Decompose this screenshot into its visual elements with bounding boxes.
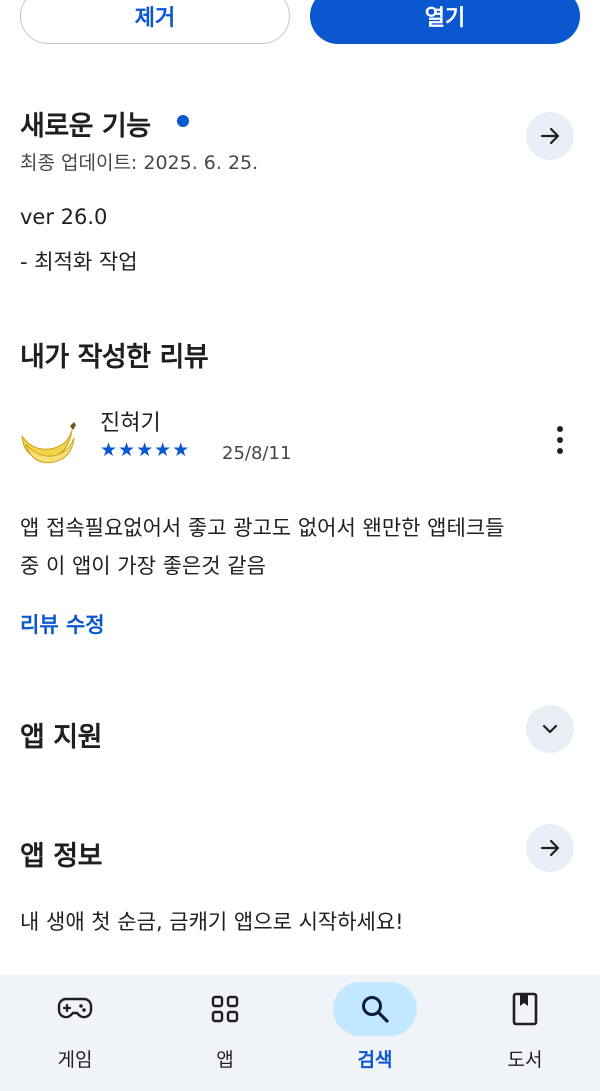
nav-label-search: 검색 — [357, 1049, 393, 1071]
edit-review-link[interactable]: 리뷰 수정 — [20, 609, 105, 639]
chevron-down-icon — [542, 724, 558, 734]
remove-button-label: 제거 — [134, 6, 176, 31]
gamepad-icon — [57, 997, 93, 1019]
version-text: ver 26.0 — [20, 205, 108, 229]
arrow-right-icon — [540, 839, 560, 857]
open-button[interactable]: 열기 — [310, 0, 580, 44]
review-date: 25/8/11 — [222, 443, 292, 464]
nav-label-books: 도서 — [507, 1049, 543, 1071]
app-info-title: 앱 정보 — [20, 841, 102, 872]
review-text-line-2: 중 이 앱이 가장 좋은것 같음 — [20, 554, 266, 578]
star-icon: ★ — [172, 439, 190, 461]
review-author: 진혀기 — [100, 411, 161, 436]
nav-item-games[interactable]: 게임 — [0, 975, 150, 1091]
more-vert-icon — [557, 426, 563, 454]
nav-label-games: 게임 — [57, 1049, 93, 1071]
arrow-right-icon — [540, 127, 560, 145]
review-text-line-1: 앱 접속필요없어서 좋고 광고도 없어서 왠만한 앱테크들 — [20, 516, 505, 540]
whats-new-title: 새로운 기능 — [20, 111, 151, 142]
new-indicator-dot — [177, 115, 189, 127]
whats-new-arrow-button[interactable] — [526, 112, 574, 160]
nav-item-books[interactable]: 도서 — [450, 975, 600, 1091]
star-icon: ★ — [136, 439, 154, 461]
app-info-arrow-button[interactable] — [526, 824, 574, 872]
star-icon: ★ — [154, 439, 172, 461]
nav-item-search[interactable]: 검색 — [300, 975, 450, 1091]
star-icon: ★ — [100, 439, 118, 461]
star-icon: ★ — [118, 439, 136, 461]
app-description: 내 생애 첫 순금, 금캐기 앱으로 시작하세요! — [20, 910, 404, 934]
book-icon — [512, 992, 538, 1026]
bottom-navigation: 게임 앱 검색 도서 — [0, 975, 600, 1091]
apps-grid-icon — [211, 995, 239, 1023]
search-icon — [362, 996, 389, 1023]
open-button-label: 열기 — [424, 6, 466, 31]
app-support-title: 앱 지원 — [20, 722, 102, 753]
update-note-text: - 최적화 작업 — [20, 250, 138, 274]
nav-label-apps: 앱 — [216, 1049, 234, 1071]
nav-item-apps[interactable]: 앱 — [150, 975, 300, 1091]
app-support-expand-button[interactable] — [526, 705, 574, 753]
remove-button[interactable]: 제거 — [20, 0, 290, 44]
review-more-menu-button[interactable] — [546, 424, 574, 458]
review-rating: ★ ★ ★ ★ ★ — [100, 440, 189, 460]
last-updated-text: 최종 업데이트: 2025. 6. 25. — [20, 152, 259, 174]
my-review-title: 내가 작성한 리뷰 — [20, 342, 209, 373]
avatar — [18, 416, 78, 466]
